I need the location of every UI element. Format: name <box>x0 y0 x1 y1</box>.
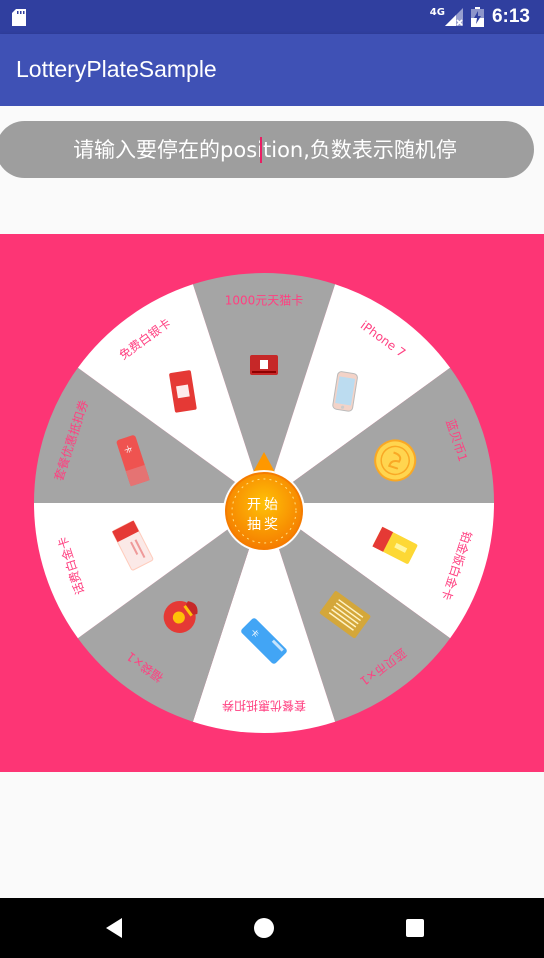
lottery-wheel[interactable]: 1000元天猫卡iPhone 7蓝贝币1铂金版白金卡蓝贝币×1套餐优惠抵扣券福袋… <box>0 234 544 772</box>
text-cursor <box>260 137 262 163</box>
position-input-container[interactable] <box>0 121 534 178</box>
sd-card-icon <box>12 9 26 26</box>
recents-icon[interactable] <box>385 898 445 958</box>
app-bar: LotteryPlateSample <box>0 34 544 106</box>
prize-label: 套餐优惠抵扣券 <box>222 699 306 714</box>
battery-icon <box>470 7 484 27</box>
position-input[interactable] <box>0 121 534 178</box>
signal-icon <box>444 8 463 26</box>
home-icon[interactable] <box>234 898 294 958</box>
status-bar: 4G 6:13 <box>0 0 544 34</box>
back-icon[interactable] <box>84 898 144 958</box>
app-title: LotteryPlateSample <box>16 56 217 82</box>
navigation-bar <box>0 898 544 958</box>
start-label-line1: 开始 <box>247 497 281 513</box>
clock: 6:13 <box>491 6 530 27</box>
lottery-plate-area: 1000元天猫卡 iPhone 7 蓝贝币1 铂金版白金卡 蓝贝币×1 套餐优惠抵扣券 福袋… <box>0 234 544 772</box>
prize-label: 1000元天猫卡 <box>225 294 304 308</box>
network-type: 4G <box>429 6 445 18</box>
main-content: 1000元天猫卡iPhone 7蓝贝币1铂金版白金卡蓝贝币×1套餐优惠抵扣券福袋… <box>0 106 544 898</box>
tmall-card-icon <box>250 355 278 375</box>
start-label-line2: 抽奖 <box>247 516 281 533</box>
